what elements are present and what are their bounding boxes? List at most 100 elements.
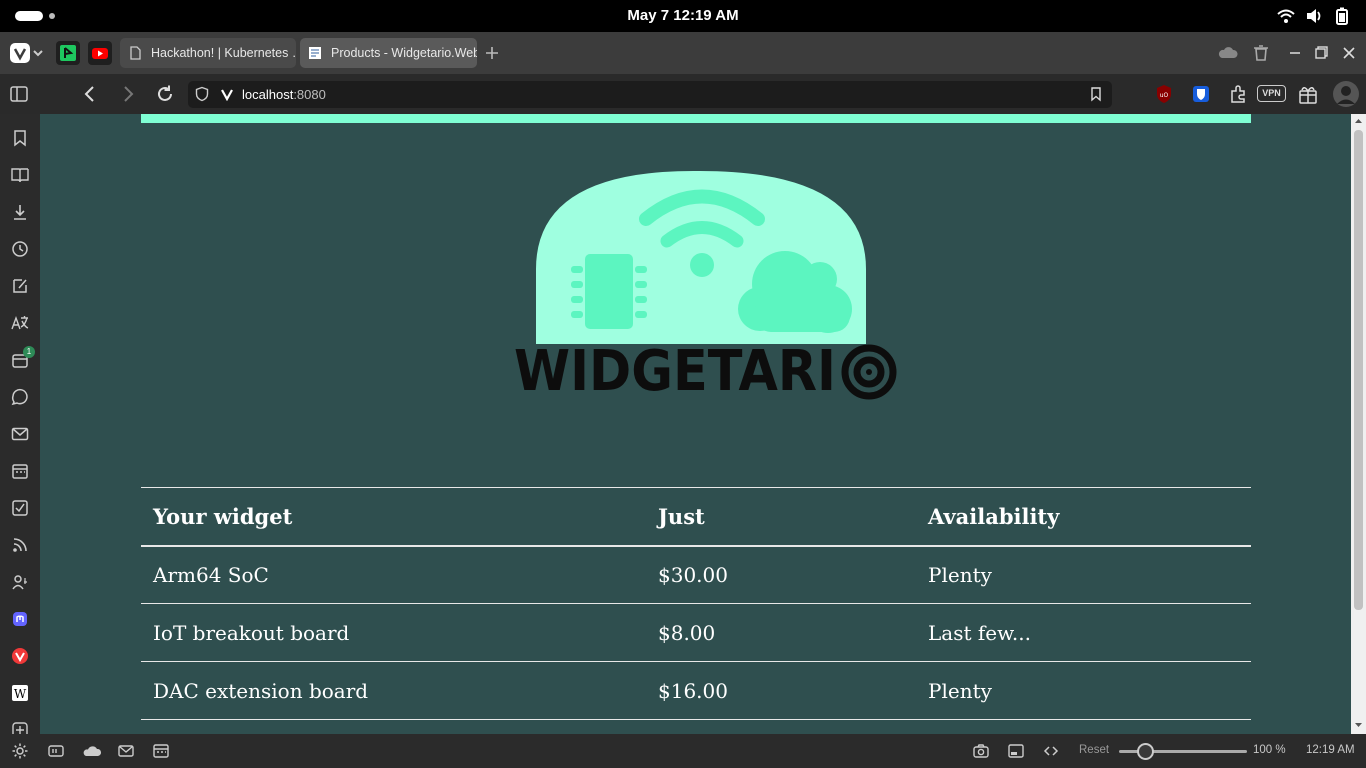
gift-icon[interactable] — [1297, 83, 1319, 105]
product-name: IoT breakout board — [141, 603, 646, 662]
table-row: Arm64 SoC $30.00 Plenty — [141, 545, 1251, 604]
zoom-reset-button[interactable]: Reset — [1079, 744, 1109, 756]
bookmarks-icon[interactable] — [10, 128, 30, 148]
product-availability: Plenty — [916, 545, 1251, 604]
vivaldi-web-panel-icon[interactable] — [10, 646, 30, 666]
tab-label: Products - Widgetario.Web — [331, 46, 477, 60]
capture-camera-icon[interactable] — [972, 742, 990, 760]
chat-icon[interactable] — [10, 387, 30, 407]
column-header-price: Just — [646, 487, 916, 547]
close-icon[interactable] — [1337, 41, 1361, 65]
pinned-tab-youtube-icon[interactable] — [88, 41, 112, 65]
zoom-level: 100 % — [1253, 744, 1286, 756]
chevron-down-icon[interactable] — [30, 41, 46, 65]
product-price: $16.00 — [646, 661, 916, 720]
web-page: WIDGETARI Your widget Just Availability … — [40, 114, 1351, 734]
volume-icon[interactable] — [1304, 6, 1324, 26]
mail-icon[interactable] — [10, 424, 30, 444]
tab-hackathon[interactable]: Hackathon! | Kubernetes … — [120, 38, 296, 68]
calendar-status-icon[interactable] — [152, 742, 170, 760]
trash-icon[interactable] — [1249, 41, 1273, 65]
profile-avatar-icon[interactable] — [1332, 80, 1360, 108]
settings-gear-icon[interactable] — [11, 742, 29, 760]
status-clock: 12:19 AM — [1306, 744, 1355, 756]
panel-toggle-icon[interactable] — [8, 83, 30, 105]
tab-label: Hackathon! | Kubernetes … — [151, 46, 296, 60]
maximize-icon[interactable] — [1310, 41, 1334, 65]
reload-icon[interactable] — [154, 83, 176, 105]
extensions-icon[interactable] — [1227, 83, 1249, 105]
window-panel-icon[interactable] — [47, 742, 65, 760]
page-icon — [130, 46, 141, 60]
tab-products[interactable]: Products - Widgetario.Web — [300, 38, 477, 68]
calendar-icon[interactable] — [10, 461, 30, 481]
address-bar[interactable]: localhost:8080 — [188, 81, 1112, 108]
wikipedia-icon[interactable]: W — [10, 683, 30, 703]
system-top-bar: May 7 12:19 AM — [0, 0, 1366, 32]
minimize-icon[interactable] — [1283, 41, 1307, 65]
downloads-icon[interactable] — [10, 202, 30, 222]
product-price: $30.00 — [646, 545, 916, 604]
svg-text:uO: uO — [1160, 92, 1169, 99]
ublock-icon[interactable]: uO — [1153, 83, 1175, 105]
address-toolbar: localhost:8080 uO VPN — [0, 74, 1366, 114]
product-price: $8.00 — [646, 603, 916, 662]
sync-cloud-icon[interactable] — [1216, 41, 1240, 65]
pinned-tab-rstudio-icon[interactable] — [56, 41, 80, 65]
vpn-button[interactable]: VPN — [1257, 85, 1286, 102]
vivaldi-menu-icon[interactable] — [8, 41, 32, 65]
product-availability: Plenty — [916, 661, 1251, 720]
accent-stripe — [141, 114, 1251, 123]
widgetario-logo: WIDGETARI — [514, 170, 897, 404]
sync-status-cloud-icon[interactable] — [82, 742, 102, 760]
battery-icon[interactable] — [1332, 6, 1352, 26]
system-clock[interactable]: May 7 12:19 AM — [583, 7, 783, 24]
workspace-dot[interactable] — [49, 13, 55, 19]
scrollbar-thumb[interactable] — [1354, 130, 1363, 610]
wifi-icon[interactable] — [1276, 6, 1296, 26]
product-availability: Last few... — [916, 603, 1251, 662]
mail-status-icon[interactable] — [117, 742, 135, 760]
back-icon[interactable] — [79, 83, 101, 105]
scroll-up-icon[interactable] — [1354, 117, 1363, 126]
url-text[interactable]: localhost:8080 — [242, 87, 326, 102]
column-header-widget: Your widget — [141, 487, 646, 547]
table-row: IoT breakout board $8.00 Last few... — [141, 603, 1251, 662]
table-row: DAC extension board $16.00 Plenty — [141, 661, 1251, 720]
url-port: :8080 — [293, 87, 326, 102]
notes-icon[interactable] — [10, 276, 30, 296]
vivaldi-site-icon — [221, 89, 233, 101]
table-header-row: Your widget Just Availability — [141, 487, 1251, 547]
svg-text:W: W — [14, 687, 27, 701]
column-header-availability: Availability — [916, 487, 1251, 547]
mastodon-icon[interactable] — [10, 609, 30, 629]
side-panel: 1 W — [0, 114, 40, 738]
tasks-icon[interactable] — [10, 498, 30, 518]
page-scrollbar[interactable] — [1351, 114, 1366, 734]
url-host: localhost — [242, 87, 294, 102]
activities-indicator[interactable] — [15, 11, 43, 21]
contacts-icon[interactable] — [10, 572, 30, 592]
forward-icon[interactable] — [117, 83, 139, 105]
history-icon[interactable] — [10, 239, 30, 259]
page-actions-code-icon[interactable] — [1042, 742, 1060, 760]
bookmark-icon[interactable] — [1088, 86, 1104, 102]
new-tab-icon[interactable] — [480, 41, 504, 65]
tab-bar: Hackathon! | Kubernetes … Products - Wid… — [0, 32, 1366, 74]
products-table: Your widget Just Availability Arm64 SoC … — [141, 487, 1251, 720]
scroll-down-icon[interactable] — [1354, 720, 1363, 729]
reading-list-icon[interactable] — [10, 165, 30, 185]
translate-icon[interactable] — [10, 313, 30, 333]
notification-badge: 1 — [23, 346, 35, 358]
shield-icon[interactable] — [194, 86, 210, 102]
status-bar: Reset 100 % 12:19 AM — [0, 734, 1366, 768]
product-name: DAC extension board — [141, 661, 646, 720]
feeds-icon[interactable] — [10, 535, 30, 555]
doc-icon — [309, 47, 321, 59]
product-name: Arm64 SoC — [141, 545, 646, 604]
tiling-icon[interactable] — [1007, 742, 1025, 760]
logo-wordmark: WIDGETARI — [514, 339, 836, 404]
bitwarden-icon[interactable] — [1190, 83, 1212, 105]
logo-target-o-icon — [841, 344, 897, 400]
zoom-slider-thumb[interactable] — [1137, 743, 1154, 760]
